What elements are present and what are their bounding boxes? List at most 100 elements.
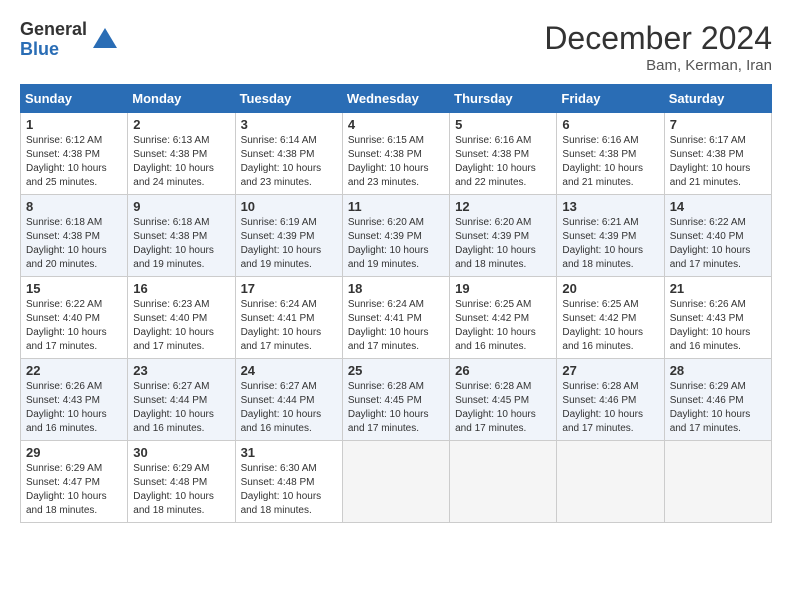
day-number: 14 <box>670 199 766 214</box>
cell-content: Sunrise: 6:16 AMSunset: 4:38 PMDaylight:… <box>455 134 551 190</box>
cell-content: Sunrise: 6:29 AMSunset: 4:47 PMDaylight:… <box>26 462 122 518</box>
calendar-cell-4-2: 23 Sunrise: 6:27 AMSunset: 4:44 PMDayligh… <box>128 359 235 441</box>
calendar-cell-5-7 <box>664 441 771 523</box>
col-saturday: Saturday <box>664 85 771 113</box>
day-number: 22 <box>26 363 122 378</box>
calendar-cell-2-6: 13 Sunrise: 6:21 AMSunset: 4:39 PMDayligh… <box>557 195 664 277</box>
logo-general-text: General <box>20 20 87 40</box>
cell-content: Sunrise: 6:19 AMSunset: 4:39 PMDaylight:… <box>241 216 337 272</box>
day-number: 29 <box>26 445 122 460</box>
day-number: 9 <box>133 199 229 214</box>
calendar-cell-3-2: 16 Sunrise: 6:23 AMSunset: 4:40 PMDayligh… <box>128 277 235 359</box>
day-number: 1 <box>26 117 122 132</box>
calendar-cell-5-5 <box>450 441 557 523</box>
day-number: 10 <box>241 199 337 214</box>
day-number: 24 <box>241 363 337 378</box>
day-number: 13 <box>562 199 658 214</box>
day-number: 20 <box>562 281 658 296</box>
cell-content: Sunrise: 6:21 AMSunset: 4:39 PMDaylight:… <box>562 216 658 272</box>
day-number: 28 <box>670 363 766 378</box>
calendar-cell-4-4: 25Sunrise: 6:28 AMSunset: 4:45 PMDayligh… <box>342 359 449 441</box>
calendar-cell-5-3: 31Sunrise: 6:30 AMSunset: 4:48 PMDayligh… <box>235 441 342 523</box>
calendar-cell-4-1: 22 Sunrise: 6:26 AMSunset: 4:43 PMDayligh… <box>21 359 128 441</box>
cell-content: Sunrise: 6:26 AMSunset: 4:43 PMDaylight:… <box>26 380 122 436</box>
calendar-week-4: 22 Sunrise: 6:26 AMSunset: 4:43 PMDayligh… <box>21 359 772 441</box>
cell-content: Sunrise: 6:26 AMSunset: 4:43 PMDaylight:… <box>670 298 766 354</box>
calendar-cell-3-6: 20 Sunrise: 6:25 AMSunset: 4:42 PMDayligh… <box>557 277 664 359</box>
calendar-week-3: 15Sunrise: 6:22 AMSunset: 4:40 PMDayligh… <box>21 277 772 359</box>
day-number: 3 <box>241 117 337 132</box>
calendar-cell-2-3: 10 Sunrise: 6:19 AMSunset: 4:39 PMDayligh… <box>235 195 342 277</box>
day-number: 4 <box>348 117 444 132</box>
logo: General Blue <box>20 20 119 60</box>
day-number: 8 <box>26 199 122 214</box>
cell-content: Sunrise: 6:29 AMSunset: 4:48 PMDaylight:… <box>133 462 229 518</box>
cell-content: Sunrise: 6:24 AMSunset: 4:41 PMDaylight:… <box>241 298 337 354</box>
cell-content: Sunrise: 6:28 AMSunset: 4:45 PMDaylight:… <box>348 380 444 436</box>
cell-content: Sunrise: 6:18 AMSunset: 4:38 PMDaylight:… <box>26 216 122 272</box>
col-tuesday: Tuesday <box>235 85 342 113</box>
day-number: 23 <box>133 363 229 378</box>
calendar-cell-5-2: 30Sunrise: 6:29 AMSunset: 4:48 PMDayligh… <box>128 441 235 523</box>
calendar-header-row: Sunday Monday Tuesday Wednesday Thursday… <box>21 85 772 113</box>
calendar-cell-4-5: 26Sunrise: 6:28 AMSunset: 4:45 PMDayligh… <box>450 359 557 441</box>
calendar-table: Sunday Monday Tuesday Wednesday Thursday… <box>20 84 772 523</box>
calendar-cell-2-2: 9 Sunrise: 6:18 AMSunset: 4:38 PMDaylight… <box>128 195 235 277</box>
calendar-week-5: 29 Sunrise: 6:29 AMSunset: 4:47 PMDayligh… <box>21 441 772 523</box>
day-number: 26 <box>455 363 551 378</box>
day-number: 17 <box>241 281 337 296</box>
calendar-cell-3-1: 15Sunrise: 6:22 AMSunset: 4:40 PMDayligh… <box>21 277 128 359</box>
title-block: December 2024 Bam, Kerman, Iran <box>544 20 772 74</box>
calendar-cell-2-7: 14Sunrise: 6:22 AMSunset: 4:40 PMDayligh… <box>664 195 771 277</box>
day-number: 12 <box>455 199 551 214</box>
day-number: 31 <box>241 445 337 460</box>
day-number: 5 <box>455 117 551 132</box>
cell-content: Sunrise: 6:12 AMSunset: 4:38 PMDaylight:… <box>26 134 122 190</box>
day-number: 15 <box>26 281 122 296</box>
cell-content: Sunrise: 6:20 AMSunset: 4:39 PMDaylight:… <box>455 216 551 272</box>
day-number: 6 <box>562 117 658 132</box>
cell-content: Sunrise: 6:23 AMSunset: 4:40 PMDaylight:… <box>133 298 229 354</box>
calendar-cell-2-5: 12 Sunrise: 6:20 AMSunset: 4:39 PMDayligh… <box>450 195 557 277</box>
calendar-cell-1-6: 6 Sunrise: 6:16 AMSunset: 4:38 PMDaylight… <box>557 113 664 195</box>
day-number: 7 <box>670 117 766 132</box>
col-wednesday: Wednesday <box>342 85 449 113</box>
day-number: 19 <box>455 281 551 296</box>
calendar-cell-4-6: 27Sunrise: 6:28 AMSunset: 4:46 PMDayligh… <box>557 359 664 441</box>
calendar-cell-3-3: 17 Sunrise: 6:24 AMSunset: 4:41 PMDayligh… <box>235 277 342 359</box>
calendar-cell-3-7: 21 Sunrise: 6:26 AMSunset: 4:43 PMDayligh… <box>664 277 771 359</box>
cell-content: Sunrise: 6:27 AMSunset: 4:44 PMDaylight:… <box>241 380 337 436</box>
calendar-cell-3-5: 19Sunrise: 6:25 AMSunset: 4:42 PMDayligh… <box>450 277 557 359</box>
cell-content: Sunrise: 6:27 AMSunset: 4:44 PMDaylight:… <box>133 380 229 436</box>
calendar-cell-1-7: 7Sunrise: 6:17 AMSunset: 4:38 PMDaylight… <box>664 113 771 195</box>
logo-blue-text: Blue <box>20 40 87 60</box>
calendar-cell-1-1: 1 Sunrise: 6:12 AMSunset: 4:38 PMDaylight… <box>21 113 128 195</box>
calendar-week-1: 1 Sunrise: 6:12 AMSunset: 4:38 PMDaylight… <box>21 113 772 195</box>
calendar-cell-5-6 <box>557 441 664 523</box>
calendar-week-2: 8 Sunrise: 6:18 AMSunset: 4:38 PMDaylight… <box>21 195 772 277</box>
calendar-cell-1-3: 3Sunrise: 6:14 AMSunset: 4:38 PMDaylight… <box>235 113 342 195</box>
calendar-cell-3-4: 18Sunrise: 6:24 AMSunset: 4:41 PMDayligh… <box>342 277 449 359</box>
cell-content: Sunrise: 6:16 AMSunset: 4:38 PMDaylight:… <box>562 134 658 190</box>
calendar-cell-5-4 <box>342 441 449 523</box>
calendar-cell-5-1: 29 Sunrise: 6:29 AMSunset: 4:47 PMDayligh… <box>21 441 128 523</box>
calendar-cell-1-2: 2Sunrise: 6:13 AMSunset: 4:38 PMDaylight… <box>128 113 235 195</box>
cell-content: Sunrise: 6:25 AMSunset: 4:42 PMDaylight:… <box>562 298 658 354</box>
month-title: December 2024 <box>544 20 772 57</box>
col-thursday: Thursday <box>450 85 557 113</box>
cell-content: Sunrise: 6:29 AMSunset: 4:46 PMDaylight:… <box>670 380 766 436</box>
cell-content: Sunrise: 6:20 AMSunset: 4:39 PMDaylight:… <box>348 216 444 272</box>
col-monday: Monday <box>128 85 235 113</box>
calendar-cell-1-4: 4 Sunrise: 6:15 AMSunset: 4:38 PMDaylight… <box>342 113 449 195</box>
cell-content: Sunrise: 6:28 AMSunset: 4:46 PMDaylight:… <box>562 380 658 436</box>
day-number: 16 <box>133 281 229 296</box>
col-sunday: Sunday <box>21 85 128 113</box>
location-title: Bam, Kerman, Iran <box>544 57 772 74</box>
day-number: 21 <box>670 281 766 296</box>
logo-icon <box>91 26 119 54</box>
cell-content: Sunrise: 6:24 AMSunset: 4:41 PMDaylight:… <box>348 298 444 354</box>
calendar-cell-4-3: 24 Sunrise: 6:27 AMSunset: 4:44 PMDayligh… <box>235 359 342 441</box>
cell-content: Sunrise: 6:15 AMSunset: 4:38 PMDaylight:… <box>348 134 444 190</box>
page-header: General Blue December 2024 Bam, Kerman, … <box>20 20 772 74</box>
cell-content: Sunrise: 6:18 AMSunset: 4:38 PMDaylight:… <box>133 216 229 272</box>
